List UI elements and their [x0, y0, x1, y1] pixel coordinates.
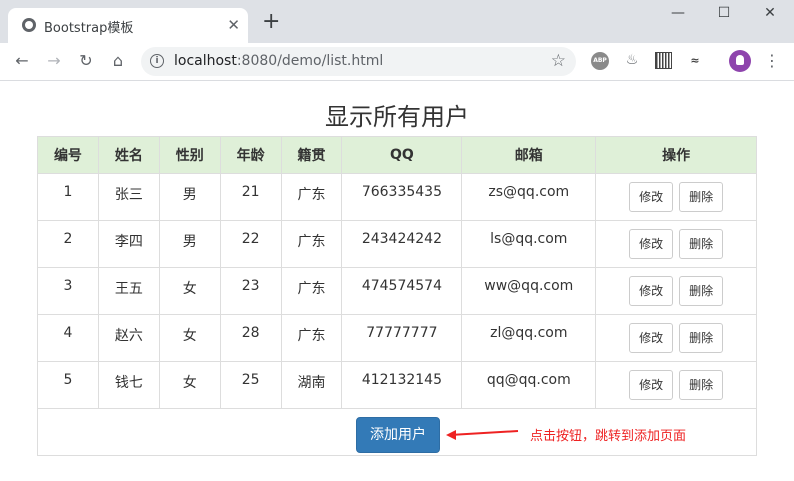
cell-name: 李四 — [114, 234, 143, 250]
cell-id: 2 — [63, 231, 73, 247]
url-path: :8080/demo/list.html — [236, 53, 384, 69]
cell-gender: 男 — [182, 187, 197, 203]
cell-qq: 474574574 — [361, 278, 442, 294]
qr-code-icon[interactable] — [655, 52, 672, 69]
delete-button[interactable]: 删除 — [679, 370, 724, 400]
cell-qq: 77777777 — [366, 325, 438, 341]
url-host: localhost — [174, 53, 237, 69]
cell-origin: 广东 — [297, 187, 326, 203]
col-header-email: 邮箱 — [461, 136, 597, 174]
edit-button[interactable]: 修改 — [629, 370, 674, 400]
cell-gender: 男 — [182, 234, 197, 250]
browser-tab[interactable]: Bootstrap模板 ✕ — [8, 8, 248, 43]
cell-age: 25 — [241, 372, 260, 388]
users-table: 编号 姓名 性别 年龄 籍贯 QQ 邮箱 操作 1 张三 男 21 广东 766… — [37, 136, 757, 456]
globe-icon — [22, 18, 36, 32]
cell-name: 王五 — [114, 281, 143, 297]
edit-button[interactable]: 修改 — [629, 323, 674, 353]
cell-email: ls@qq.com — [490, 231, 568, 247]
info-icon[interactable]: i — [150, 54, 164, 68]
table-row: 2 李四 男 22 广东 243424242 ls@qq.com 修改 删除 — [37, 220, 757, 268]
cell-gender: 女 — [182, 281, 197, 297]
java-icon[interactable]: ♨ — [623, 52, 641, 70]
cell-origin: 广东 — [297, 234, 326, 250]
cell-email: zl@qq.com — [490, 325, 568, 341]
tab-close-icon[interactable]: ✕ — [227, 15, 240, 35]
cell-name: 赵六 — [114, 328, 143, 344]
address-bar[interactable]: i localhost:8080/demo/list.html ☆ — [141, 47, 576, 76]
home-icon[interactable]: ⌂ — [108, 51, 128, 71]
reload-icon[interactable]: ↻ — [76, 51, 96, 71]
cell-email: ww@qq.com — [484, 278, 574, 294]
cell-age: 23 — [241, 278, 260, 294]
table-row: 4 赵六 女 28 广东 77777777 zl@qq.com 修改 删除 — [37, 314, 757, 362]
delete-button[interactable]: 删除 — [679, 182, 724, 212]
col-header-name: 姓名 — [97, 136, 160, 174]
cell-age: 28 — [241, 325, 260, 341]
col-header-origin: 籍贯 — [280, 136, 343, 174]
table-row: 3 王五 女 23 广东 474574574 ww@qq.com 修改 删除 — [37, 267, 757, 315]
col-header-age: 年龄 — [219, 136, 282, 174]
cell-id: 4 — [63, 325, 73, 341]
browser-toolbar: ← → ↻ ⌂ i localhost:8080/demo/list.html … — [0, 43, 794, 81]
cell-gender: 女 — [182, 328, 197, 344]
translate-icon[interactable]: ≈ — [686, 52, 704, 70]
delete-button[interactable]: 删除 — [679, 323, 724, 353]
delete-button[interactable]: 删除 — [679, 276, 724, 306]
profile-avatar[interactable] — [729, 50, 751, 72]
col-header-actions: 操作 — [595, 136, 757, 174]
bookmark-star-icon[interactable]: ☆ — [551, 51, 566, 71]
url-text[interactable]: localhost:8080/demo/list.html — [174, 53, 383, 69]
cell-qq: 412132145 — [361, 372, 442, 388]
cell-origin: 广东 — [297, 328, 326, 344]
back-icon[interactable]: ← — [12, 51, 32, 71]
cell-age: 22 — [241, 231, 260, 247]
cell-age: 21 — [241, 184, 260, 200]
page-title: 显示所有用户 — [325, 103, 469, 131]
annotation-arrow — [446, 430, 519, 440]
minimize-icon[interactable]: — — [655, 5, 701, 25]
cell-email: zs@qq.com — [488, 184, 570, 200]
delete-button[interactable]: 删除 — [679, 229, 724, 259]
maximize-icon[interactable]: ☐ — [701, 5, 747, 25]
adblock-icon[interactable]: ABP — [591, 52, 609, 70]
cell-name: 钱七 — [114, 375, 143, 391]
cell-qq: 766335435 — [361, 184, 442, 200]
forward-icon[interactable]: → — [44, 51, 64, 71]
col-header-id: 编号 — [37, 136, 99, 174]
cell-id: 5 — [63, 372, 73, 388]
table-row: 5 钱七 女 25 湖南 412132145 qq@qq.com 修改 删除 — [37, 361, 757, 409]
cell-id: 3 — [63, 278, 73, 294]
cell-gender: 女 — [182, 375, 197, 391]
col-header-qq: QQ — [341, 136, 463, 174]
new-tab-button[interactable]: + — [262, 11, 280, 33]
cell-name: 张三 — [114, 187, 143, 203]
cell-origin: 广东 — [297, 281, 326, 297]
edit-button[interactable]: 修改 — [629, 276, 674, 306]
browser-menu-icon[interactable]: ⋮ — [764, 52, 780, 70]
table-header-row: 编号 姓名 性别 年龄 籍贯 QQ 邮箱 操作 — [37, 136, 757, 174]
col-header-gender: 性别 — [158, 136, 221, 174]
cell-qq: 243424242 — [361, 231, 442, 247]
table-row: 1 张三 男 21 广东 766335435 zs@qq.com 修改 删除 — [37, 173, 757, 221]
edit-button[interactable]: 修改 — [629, 229, 674, 259]
cell-email: qq@qq.com — [486, 372, 571, 388]
annotation-text: 点击按钮，跳转到添加页面 — [530, 429, 687, 444]
cell-origin: 湖南 — [297, 375, 326, 391]
window-close-icon[interactable]: ✕ — [747, 5, 793, 25]
add-user-button[interactable]: 添加用户 — [356, 417, 440, 453]
tab-title: Bootstrap模板 — [44, 21, 134, 36]
tab-strip: Bootstrap模板 ✕ + — ☐ ✕ — [0, 0, 794, 43]
cell-id: 1 — [63, 184, 73, 200]
edit-button[interactable]: 修改 — [629, 182, 674, 212]
